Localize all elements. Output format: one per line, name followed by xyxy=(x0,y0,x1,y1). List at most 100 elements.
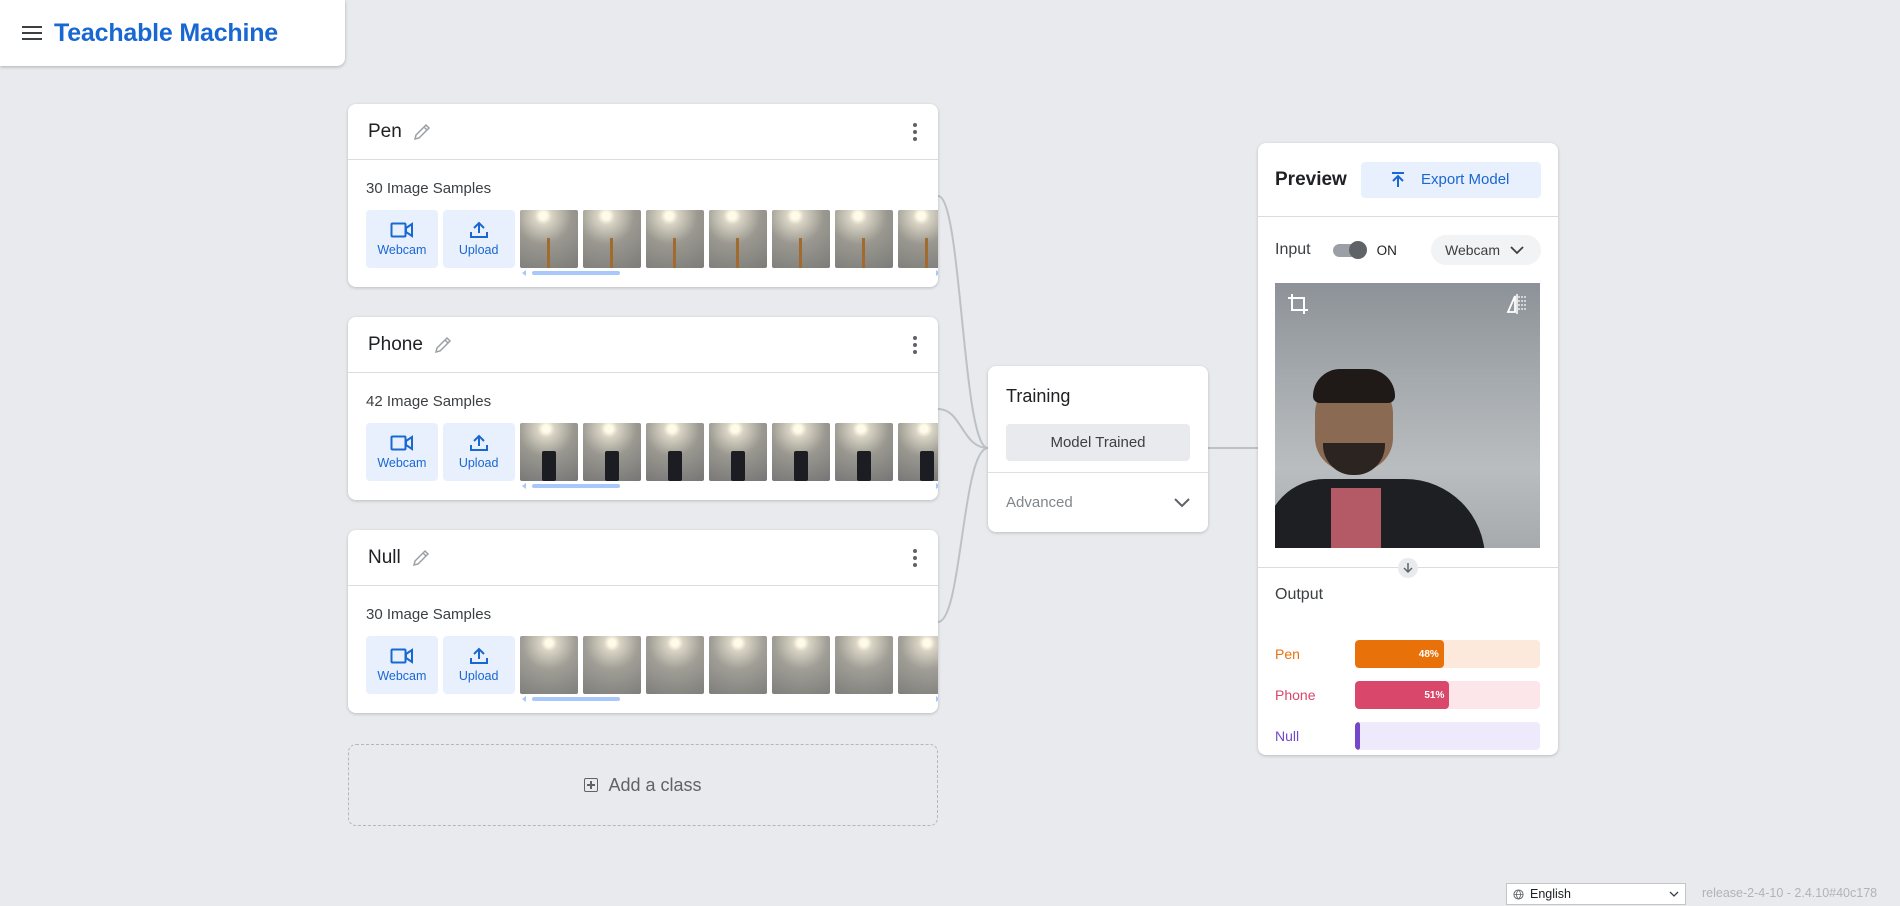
chevron-down-icon xyxy=(1510,245,1524,254)
confidence-bar xyxy=(1355,722,1540,750)
output-row: Pen 48% xyxy=(1275,640,1540,668)
add-box-icon xyxy=(584,778,599,792)
sample-thumbnail[interactable] xyxy=(708,210,767,268)
sample-thumbnail[interactable] xyxy=(645,636,704,694)
sample-thumbnail[interactable] xyxy=(834,423,893,481)
upload-button[interactable]: Upload xyxy=(442,423,515,481)
confidence-fill: 48% xyxy=(1355,640,1444,668)
class-card: Pen 30 Image Samples Webcam Upload xyxy=(348,104,938,287)
toggle-state: ON xyxy=(1376,242,1397,258)
webcam-label: Webcam xyxy=(377,669,427,683)
more-options-icon[interactable] xyxy=(912,335,918,354)
advanced-toggle[interactable]: Advanced xyxy=(988,472,1208,532)
confidence-bar: 48% xyxy=(1355,640,1540,668)
sample-scrollbar[interactable] xyxy=(520,696,938,702)
upload-icon xyxy=(469,221,488,238)
webcam-button[interactable]: Webcam xyxy=(366,210,438,268)
webcam-preview xyxy=(1275,283,1540,548)
webcam-button[interactable]: Webcam xyxy=(366,423,438,481)
upload-button[interactable]: Upload xyxy=(442,210,515,268)
output-row: Phone 51% xyxy=(1275,681,1540,709)
add-class-label: Add a class xyxy=(608,774,702,795)
confidence-bar: 51% xyxy=(1355,681,1540,709)
sample-thumbnail[interactable] xyxy=(708,423,767,481)
add-class-button[interactable]: Add a class xyxy=(348,744,938,826)
export-model-button[interactable]: Export Model xyxy=(1361,161,1541,198)
upload-label: Upload xyxy=(458,669,499,683)
sample-thumbnail[interactable] xyxy=(897,636,938,694)
sample-strip xyxy=(519,423,938,491)
sample-thumbnail[interactable] xyxy=(645,210,704,268)
training-title: Training xyxy=(1006,386,1071,406)
train-model-button[interactable]: Model Trained xyxy=(1006,424,1190,461)
output-row: Null xyxy=(1275,722,1540,750)
language-select[interactable]: English xyxy=(1506,883,1686,905)
sample-thumbnail[interactable] xyxy=(834,210,893,268)
app-title[interactable]: Teachable Machine xyxy=(54,19,278,48)
sample-thumbnail[interactable] xyxy=(519,210,578,268)
flip-icon[interactable] xyxy=(1506,293,1528,315)
class-name[interactable]: Phone xyxy=(368,334,423,356)
sample-scrollbar[interactable] xyxy=(520,483,938,489)
video-camera-icon xyxy=(390,648,413,664)
export-model-label: Export Model xyxy=(1421,171,1510,188)
globe-icon xyxy=(1513,888,1524,900)
sample-thumbnail[interactable] xyxy=(582,210,641,268)
sample-thumbnail[interactable] xyxy=(771,423,830,481)
chevron-down-icon xyxy=(1669,891,1679,897)
pencil-icon[interactable] xyxy=(412,122,432,142)
sample-thumbnail[interactable] xyxy=(708,636,767,694)
more-options-icon[interactable] xyxy=(912,548,918,567)
webcam-button[interactable]: Webcam xyxy=(366,636,438,694)
confidence-fill: 51% xyxy=(1355,681,1450,709)
sample-thumbnail[interactable] xyxy=(582,423,641,481)
sample-thumbnail[interactable] xyxy=(771,636,830,694)
video-camera-icon xyxy=(390,222,413,238)
sample-thumbnail[interactable] xyxy=(519,423,578,481)
confidence-value: 48% xyxy=(1418,648,1439,660)
language-value: English xyxy=(1530,887,1571,901)
sample-thumbnail[interactable] xyxy=(771,210,830,268)
training-panel: Training Model Trained Advanced xyxy=(988,366,1208,532)
input-toggle[interactable] xyxy=(1331,241,1367,259)
class-name[interactable]: Null xyxy=(368,547,401,569)
more-options-icon[interactable] xyxy=(912,122,918,141)
output-label: Pen xyxy=(1275,646,1300,662)
upload-icon xyxy=(469,434,488,451)
sample-thumbnail[interactable] xyxy=(519,636,578,694)
upload-label: Upload xyxy=(458,456,499,470)
output-label: Phone xyxy=(1275,687,1316,703)
input-source-select[interactable]: Webcam xyxy=(1431,235,1541,265)
sample-thumbnail[interactable] xyxy=(897,210,938,268)
pencil-icon[interactable] xyxy=(411,548,431,568)
crop-icon[interactable] xyxy=(1287,293,1309,315)
sample-thumbnail[interactable] xyxy=(645,423,704,481)
sample-thumbnail[interactable] xyxy=(897,423,938,481)
menu-icon[interactable] xyxy=(22,26,42,40)
sample-count: 30 Image Samples xyxy=(366,180,492,197)
confidence-fill xyxy=(1355,722,1360,750)
output-label: Null xyxy=(1275,728,1300,744)
sample-count: 42 Image Samples xyxy=(366,393,492,410)
input-source-value: Webcam xyxy=(1445,242,1500,258)
class-card: Null 30 Image Samples Webcam Upload xyxy=(348,530,938,713)
sample-strip xyxy=(519,210,938,278)
connector-lines xyxy=(937,195,1258,623)
video-camera-icon xyxy=(390,435,413,451)
sample-thumbnail[interactable] xyxy=(582,636,641,694)
webcam-label: Webcam xyxy=(377,243,427,257)
upload-button[interactable]: Upload xyxy=(442,636,515,694)
arrow-down-icon xyxy=(1398,558,1418,578)
sample-thumbnail[interactable] xyxy=(834,636,893,694)
confidence-value: 51% xyxy=(1424,689,1445,701)
upload-label: Upload xyxy=(458,243,499,257)
sample-count: 30 Image Samples xyxy=(366,606,492,623)
output-title: Output xyxy=(1275,586,1324,603)
class-name[interactable]: Pen xyxy=(368,121,402,143)
input-label: Input xyxy=(1275,241,1311,258)
sample-scrollbar[interactable] xyxy=(520,270,938,276)
sample-strip xyxy=(519,636,938,704)
pencil-icon[interactable] xyxy=(433,335,453,355)
preview-panel: Preview Export Model Input ON Webcam Out… xyxy=(1258,143,1558,755)
app-header: Teachable Machine xyxy=(0,0,345,66)
